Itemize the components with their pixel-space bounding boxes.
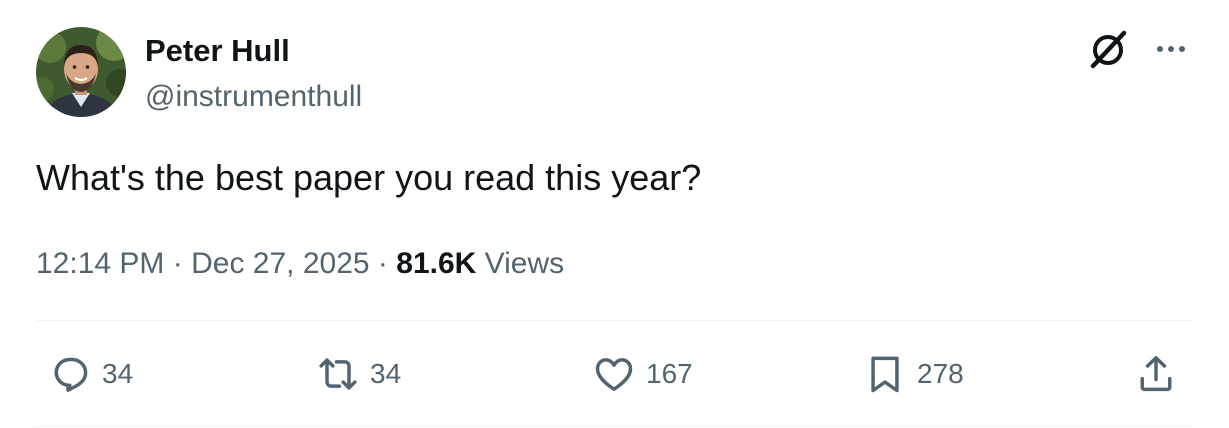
- retweet-button[interactable]: 34: [316, 350, 401, 398]
- views-count: 81.6K: [396, 247, 477, 280]
- reply-icon: [54, 357, 88, 392]
- share-icon: [1140, 356, 1172, 392]
- like-count: 167: [646, 358, 693, 389]
- retweet-count: 34: [370, 358, 402, 389]
- tweet-date[interactable]: Dec 27, 2025: [191, 247, 369, 280]
- avatar[interactable]: [36, 27, 126, 117]
- more-options-icon[interactable]: [1150, 36, 1192, 62]
- tweet-text: What's the best paper you read this year…: [36, 157, 702, 198]
- divider: [36, 426, 1193, 427]
- like-button[interactable]: 167: [592, 350, 693, 398]
- views-label: Views: [484, 247, 565, 280]
- reply-count: 34: [102, 358, 134, 389]
- author-handle[interactable]: @instrumenthull: [145, 78, 362, 116]
- tweet-meta: 12:14 PM · Dec 27, 2025 · 81.6K Views: [36, 244, 564, 284]
- tweet-time[interactable]: 12:14 PM: [36, 247, 164, 280]
- author-name[interactable]: Peter Hull: [145, 32, 290, 70]
- bookmark-icon: [871, 356, 899, 393]
- bookmark-count: 278: [917, 358, 964, 389]
- heart-icon: [595, 358, 633, 391]
- meta-separator: ·: [172, 247, 183, 280]
- reply-button[interactable]: 34: [48, 350, 133, 398]
- profile-photo-icon: [36, 27, 126, 117]
- share-button[interactable]: [1134, 350, 1178, 398]
- bookmark-button[interactable]: 278: [863, 350, 964, 398]
- meta-separator: ·: [377, 247, 388, 280]
- divider: [36, 320, 1193, 321]
- retweet-icon: [319, 358, 357, 390]
- grok-icon[interactable]: [1087, 29, 1129, 71]
